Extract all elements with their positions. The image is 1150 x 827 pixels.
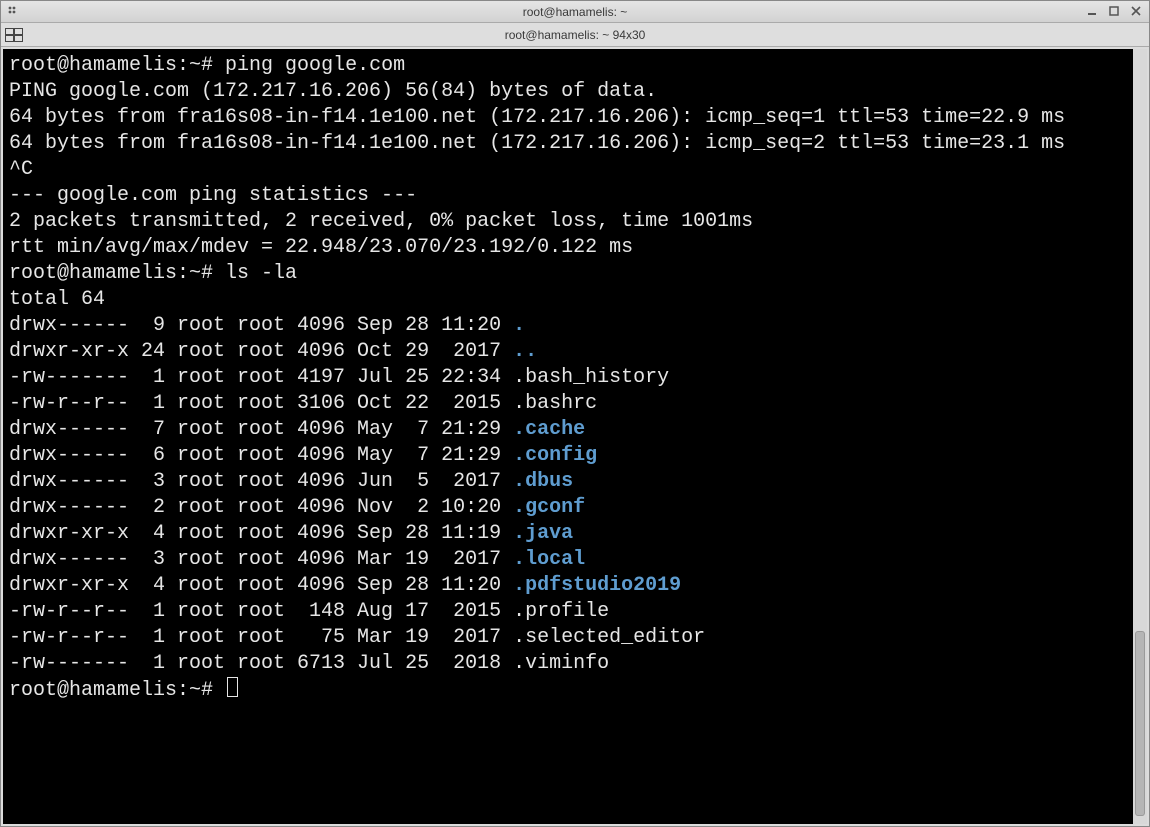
ls-file-name: .profile [513, 600, 609, 623]
ls-meta: drwxr-xr-x 4 root root 4096 Sep 28 11:19 [9, 522, 513, 545]
titlebar: root@hamamelis: ~ [1, 1, 1149, 23]
ls-meta: drwx------ 3 root root 4096 Mar 19 2017 [9, 548, 513, 571]
ls-meta: drwx------ 2 root root 4096 Nov 2 10:20 [9, 496, 513, 519]
ls-meta: -rw-r--r-- 1 root root 3106 Oct 22 2015 [9, 392, 513, 415]
ls-dir-name: .config [513, 444, 597, 467]
window-title: root@hamamelis: ~ [1, 5, 1149, 19]
prompt: root@hamamelis:~# [9, 262, 225, 285]
command: ping google.com [225, 54, 405, 77]
session-grid-icon[interactable] [5, 28, 23, 42]
cursor [227, 677, 238, 697]
ls-file-name: .viminfo [513, 652, 609, 675]
ls-dir-name: .cache [513, 418, 585, 441]
ls-dir-name: . [513, 314, 525, 337]
maximize-button[interactable] [1109, 4, 1119, 19]
toolbar: root@hamamelis: ~ 94x30 [1, 23, 1149, 47]
ls-file-name: .bashrc [513, 392, 597, 415]
prompt: root@hamamelis:~# [9, 54, 225, 77]
terminal-container: root@hamamelis:~# ping google.comPING go… [1, 47, 1149, 826]
ls-meta: drwx------ 3 root root 4096 Jun 5 2017 [9, 470, 513, 493]
ls-dir-name: .java [513, 522, 573, 545]
prompt: root@hamamelis:~# [9, 679, 225, 702]
window-menu-icon[interactable] [7, 5, 21, 19]
terminal-window: root@hamamelis: ~ root@h [0, 0, 1150, 827]
ls-meta: drwx------ 6 root root 4096 May 7 21:29 [9, 444, 513, 467]
terminal-output[interactable]: root@hamamelis:~# ping google.comPING go… [3, 49, 1133, 824]
ls-meta: drwxr-xr-x 24 root root 4096 Oct 29 2017 [9, 340, 513, 363]
scrollbar[interactable] [1133, 49, 1147, 824]
minimize-button[interactable] [1087, 4, 1097, 19]
ls-dir-name: .. [513, 340, 537, 363]
close-button[interactable] [1131, 4, 1141, 19]
session-subtitle: root@hamamelis: ~ 94x30 [1, 28, 1149, 42]
ls-meta: drwx------ 9 root root 4096 Sep 28 11:20 [9, 314, 513, 337]
ls-dir-name: .gconf [513, 496, 585, 519]
ls-meta: drwxr-xr-x 4 root root 4096 Sep 28 11:20 [9, 574, 513, 597]
ls-dir-name: .local [513, 548, 585, 571]
ls-file-name: .selected_editor [513, 626, 705, 649]
ls-dir-name: .dbus [513, 470, 573, 493]
ls-meta: -rw-r--r-- 1 root root 75 Mar 19 2017 [9, 626, 513, 649]
ls-meta: -rw------- 1 root root 6713 Jul 25 2018 [9, 652, 513, 675]
ls-meta: -rw-r--r-- 1 root root 148 Aug 17 2015 [9, 600, 513, 623]
scrollbar-thumb[interactable] [1135, 631, 1145, 816]
ls-meta: drwx------ 7 root root 4096 May 7 21:29 [9, 418, 513, 441]
command: ls -la [225, 262, 297, 285]
ls-dir-name: .pdfstudio2019 [513, 574, 681, 597]
ls-file-name: .bash_history [513, 366, 669, 389]
ls-meta: -rw------- 1 root root 4197 Jul 25 22:34 [9, 366, 513, 389]
